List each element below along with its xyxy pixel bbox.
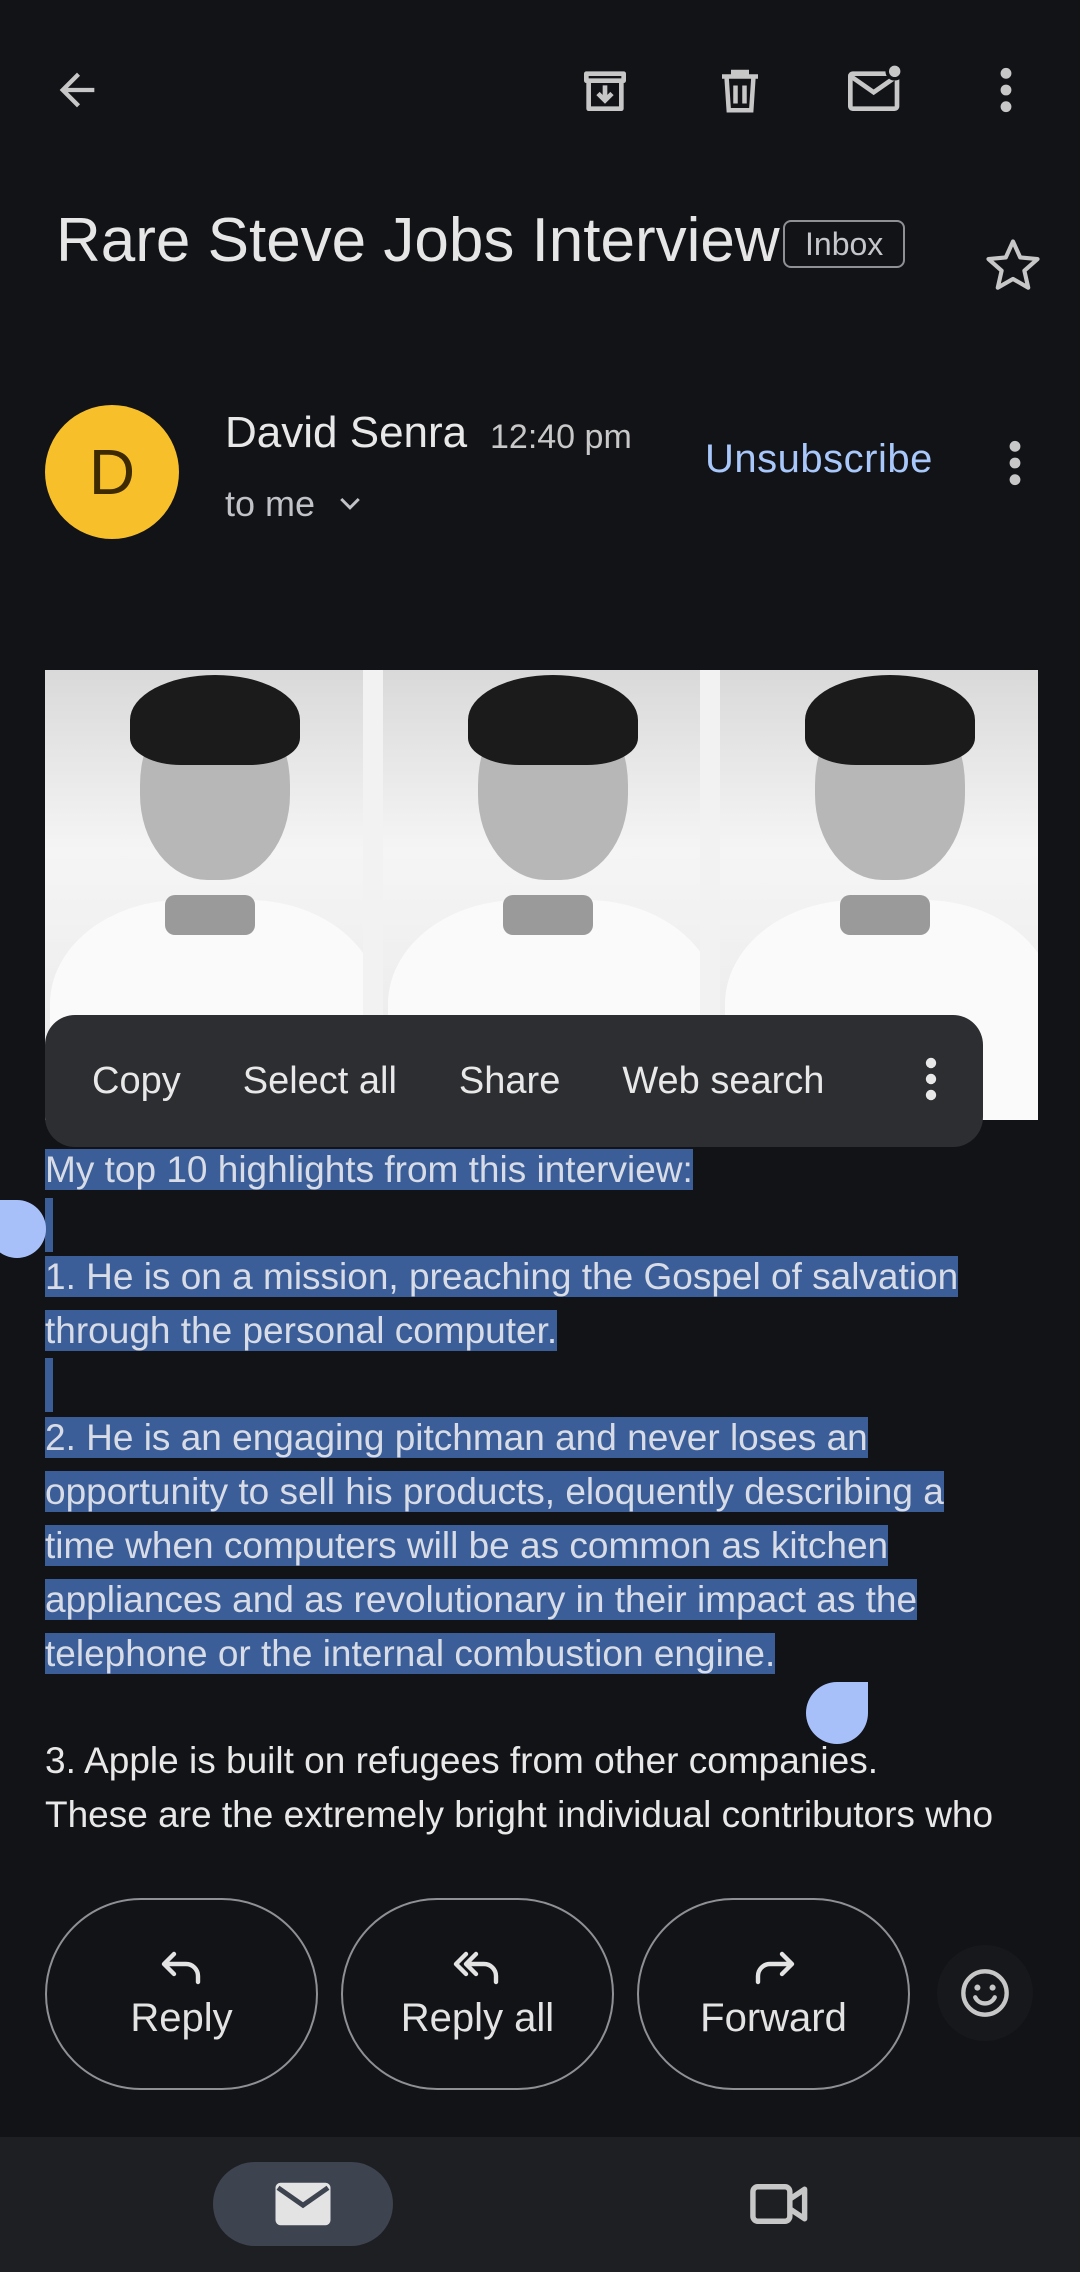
recipient-details-toggle[interactable]: to me	[225, 483, 365, 525]
mark-unread-icon[interactable]	[836, 50, 916, 130]
more-vert-icon[interactable]	[966, 50, 1046, 130]
forward-button[interactable]: Forward	[637, 1898, 910, 2090]
selection-start-handle[interactable]	[0, 1200, 46, 1258]
forward-label: Forward	[700, 1995, 847, 2040]
recipient-text: to me	[225, 483, 316, 524]
inbox-label-badge[interactable]: Inbox	[783, 220, 906, 268]
reply-all-label: Reply all	[400, 1995, 555, 2040]
copy-menu-item[interactable]: Copy	[92, 1060, 181, 1103]
body-line[interactable]: 3. Apple is built on refugees from other…	[45, 1734, 878, 1788]
smiley-icon	[959, 1967, 1011, 2019]
selected-text: 2. He is an engaging pitchman and never …	[45, 1417, 868, 1458]
selection-gap	[45, 1358, 53, 1412]
unsubscribe-link[interactable]: Unsubscribe	[705, 437, 933, 482]
body-line[interactable]: appliances and as revolutionary in their…	[45, 1573, 918, 1627]
web-search-menu-item[interactable]: Web search	[622, 1060, 824, 1103]
top-app-bar	[0, 0, 1080, 180]
select-all-menu-item[interactable]: Select all	[243, 1060, 397, 1103]
chevron-down-icon	[335, 489, 365, 519]
reply-all-button[interactable]: Reply all	[341, 1898, 614, 2090]
message-more-icon[interactable]	[1005, 438, 1025, 488]
selected-text: time when computers will be as common as…	[45, 1525, 889, 1566]
sender-name: David Senra	[225, 408, 468, 457]
reply-button[interactable]: Reply	[45, 1898, 318, 2090]
body-line[interactable]: opportunity to sell his products, eloque…	[45, 1465, 944, 1519]
body-line[interactable]: time when computers will be as common as…	[45, 1519, 889, 1573]
trash-icon[interactable]	[700, 50, 780, 130]
selection-end-handle[interactable]	[806, 1682, 868, 1744]
video-camera-icon	[748, 2178, 812, 2230]
selected-text: appliances and as revolutionary in their…	[45, 1579, 918, 1620]
selected-text: My top 10 highlights from this interview…	[45, 1149, 693, 1190]
share-menu-item[interactable]: Share	[459, 1060, 560, 1103]
reply-icon	[158, 1948, 206, 1988]
selected-text: 1. He is on a mission, preaching the Gos…	[45, 1256, 959, 1297]
forward-icon	[750, 1948, 798, 1988]
back-arrow-icon[interactable]	[37, 50, 117, 130]
avatar[interactable]: D	[45, 405, 179, 539]
text-selection-menu: Copy Select all Share Web search	[45, 1015, 983, 1147]
reply-label: Reply	[130, 1995, 233, 2040]
sent-time: 12:40 pm	[490, 418, 632, 456]
body-line[interactable]: through the personal computer.	[45, 1304, 558, 1358]
more-vert-icon[interactable]	[923, 1053, 939, 1105]
selected-text: telephone or the internal combustion eng…	[45, 1633, 776, 1674]
body-line[interactable]: 1. He is on a mission, preaching the Gos…	[45, 1250, 959, 1304]
star-icon[interactable]	[980, 235, 1046, 297]
body-line[interactable]: These are the extremely bright individua…	[45, 1788, 993, 1842]
emoji-reaction-button[interactable]	[937, 1945, 1033, 2041]
selected-text: through the personal computer.	[45, 1310, 558, 1351]
bottom-navigation	[0, 2137, 1080, 2272]
body-line[interactable]: 2. He is an engaging pitchman and never …	[45, 1411, 868, 1465]
mail-icon	[273, 2180, 333, 2228]
selection-gap	[45, 1198, 53, 1252]
nav-meet-tab[interactable]	[740, 2172, 820, 2236]
email-subject: Rare Steve Jobs Interview	[56, 206, 780, 275]
archive-icon[interactable]	[565, 50, 645, 130]
body-line[interactable]: My top 10 highlights from this interview…	[45, 1143, 693, 1197]
body-line[interactable]: telephone or the internal combustion eng…	[45, 1627, 776, 1681]
reply-all-icon	[452, 1948, 504, 1988]
selected-text: opportunity to sell his products, eloque…	[45, 1471, 944, 1512]
nav-mail-tab[interactable]	[213, 2162, 393, 2246]
